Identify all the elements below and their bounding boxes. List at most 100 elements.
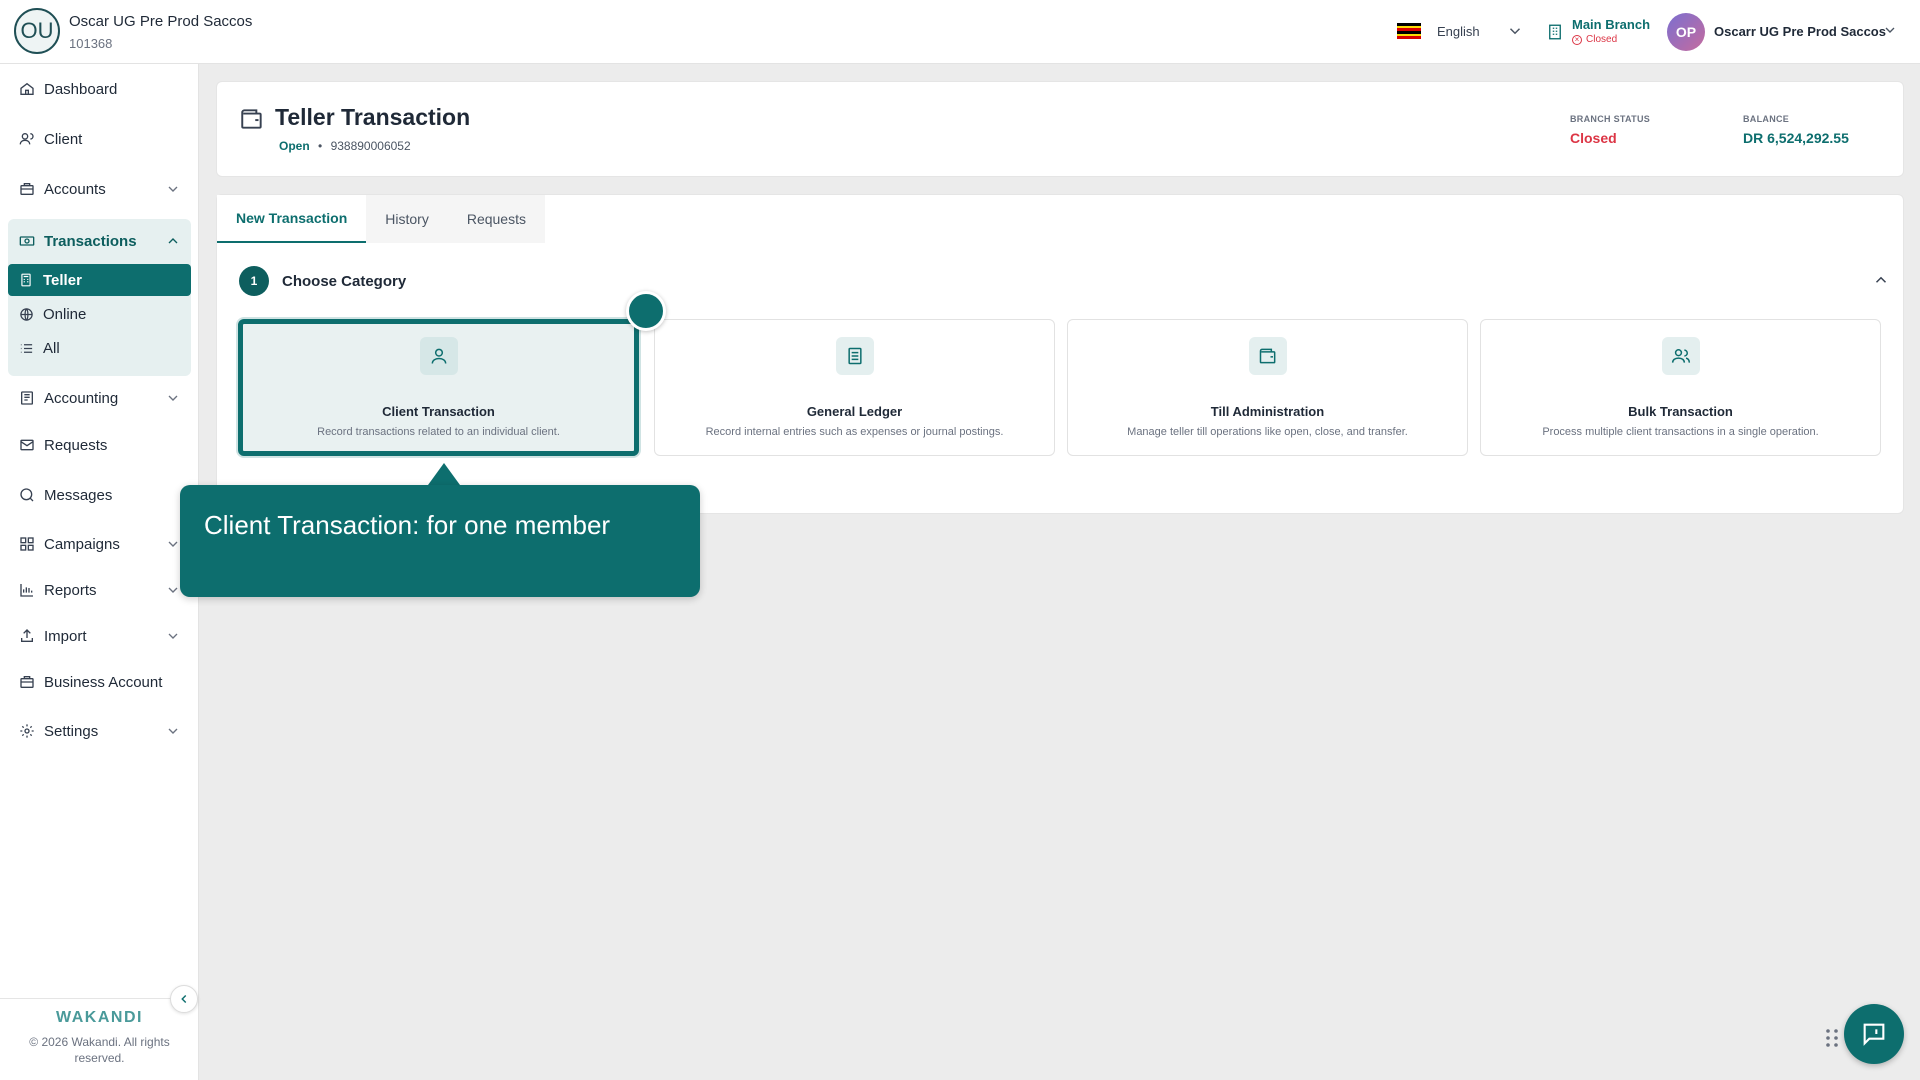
calculator-icon xyxy=(18,272,34,288)
tab-history[interactable]: History xyxy=(366,195,448,243)
category-till-administration[interactable]: Till Administration Manage teller till o… xyxy=(1067,319,1468,456)
top-bar: OU Oscar UG Pre Prod Saccos 101368 Engli… xyxy=(0,0,1920,64)
tab-requests[interactable]: Requests xyxy=(448,195,545,243)
chevron-down-icon[interactable] xyxy=(165,628,181,644)
sidebar-item-label: Requests xyxy=(44,436,108,454)
close-circle-icon: × xyxy=(1572,34,1582,45)
org-name: Oscar UG Pre Prod Saccos xyxy=(69,13,253,30)
chart-icon xyxy=(18,581,36,599)
sidebar-item-label: Reports xyxy=(44,581,97,599)
accounting-icon xyxy=(18,389,36,407)
chevron-down-icon[interactable] xyxy=(165,390,181,406)
tour-tooltip: Client Transaction: for one member xyxy=(180,485,700,597)
sidebar-item-label: Transactions xyxy=(44,232,137,250)
tooltip-arrow xyxy=(428,463,460,485)
till-subline: Open • 938890006052 xyxy=(279,139,411,153)
sidebar-item-client[interactable]: Client xyxy=(8,121,191,157)
sidebar-item-reports[interactable]: Reports xyxy=(8,572,191,608)
sidebar-item-requests[interactable]: Requests xyxy=(8,427,191,463)
sidebar-item-label: Settings xyxy=(44,722,99,740)
brand-logo: WAKANDI xyxy=(56,1009,143,1026)
chat-button[interactable] xyxy=(1844,1004,1904,1064)
branch-status-label: BRANCH STATUS xyxy=(1570,114,1651,124)
category-description: Record transactions related to an indivi… xyxy=(317,426,560,438)
step-number: 1 xyxy=(239,266,269,296)
category-title: Till Administration xyxy=(1210,404,1325,419)
tab-bar: New Transaction History Requests xyxy=(217,195,545,243)
category-general-ledger[interactable]: General Ledger Record internal entries s… xyxy=(654,319,1055,456)
chevron-down-icon[interactable] xyxy=(165,181,181,197)
sidebar-item-import[interactable]: Import xyxy=(8,618,191,654)
till-number: 938890006052 xyxy=(330,139,411,153)
sidebar-subitem-label: Online xyxy=(43,305,87,323)
step-title: Choose Category xyxy=(282,273,407,290)
sidebar-item-accounting[interactable]: Accounting xyxy=(8,380,191,416)
language-selector[interactable]: English xyxy=(1437,24,1480,39)
tab-new-transaction[interactable]: New Transaction xyxy=(217,195,367,243)
sidebar: Dashboard Client Accounts Transactions T… xyxy=(0,64,199,1080)
home-icon xyxy=(18,80,36,98)
grid-icon xyxy=(18,535,36,553)
sidebar-item-label: Accounting xyxy=(44,389,119,407)
sidebar-item-label: Campaigns xyxy=(44,535,120,553)
page-title: Teller Transaction xyxy=(275,104,471,130)
chat-icon xyxy=(1863,1023,1885,1046)
user-name[interactable]: Oscarr UG Pre Prod Saccos xyxy=(1714,24,1886,39)
transactions-group: Transactions Teller Online All xyxy=(8,219,191,376)
chevron-down-icon[interactable] xyxy=(165,723,181,739)
branch-status-badge: × Closed xyxy=(1572,34,1617,45)
sidebar-subitem-online[interactable]: Online xyxy=(8,298,191,330)
globe-icon xyxy=(18,306,34,322)
category-title: General Ledger xyxy=(806,404,903,419)
uganda-flag-icon[interactable] xyxy=(1397,23,1421,40)
sidebar-item-transactions[interactable]: Transactions xyxy=(8,219,191,263)
chevron-down-icon[interactable] xyxy=(1882,22,1898,38)
wallet-icon xyxy=(1248,337,1287,375)
category-description: Manage teller till operations like open,… xyxy=(1127,426,1408,438)
sidebar-item-business-account[interactable]: Business Account xyxy=(8,664,191,700)
tour-hotspot[interactable] xyxy=(626,291,666,331)
teller-header-card: Teller Transaction Open • 938890006052 B… xyxy=(216,81,1904,177)
chevron-down-icon[interactable] xyxy=(165,536,181,552)
wallet-icon xyxy=(241,109,262,129)
upload-icon xyxy=(18,627,36,645)
sidebar-subitem-teller[interactable]: Teller xyxy=(8,264,191,296)
person-icon xyxy=(419,337,458,375)
sidebar-item-messages[interactable]: Messages xyxy=(8,477,191,513)
sidebar-item-dashboard[interactable]: Dashboard xyxy=(8,71,191,107)
users-icon xyxy=(18,130,36,148)
sidebar-item-campaigns[interactable]: Campaigns xyxy=(8,526,191,562)
org-avatar[interactable]: OU xyxy=(14,8,60,54)
sidebar-item-label: Import xyxy=(44,627,87,645)
category-bulk-transaction[interactable]: Bulk Transaction Process multiple client… xyxy=(1480,319,1881,456)
list-icon xyxy=(18,340,34,356)
chevron-down-icon[interactable] xyxy=(165,582,181,598)
drag-handle-icon[interactable] xyxy=(1825,1028,1839,1048)
sidebar-subitem-all[interactable]: All xyxy=(8,332,191,364)
branch-status-text: Closed xyxy=(1586,34,1618,45)
separator-dot: • xyxy=(318,139,323,153)
category-description: Record internal entries such as expenses… xyxy=(705,426,1004,438)
sidebar-item-accounts[interactable]: Accounts xyxy=(8,171,191,207)
balance-value: DR 6,524,292.55 xyxy=(1743,130,1849,146)
sidebar-subitem-label: Teller xyxy=(43,271,82,289)
transactions-icon xyxy=(18,232,36,250)
category-description: Process multiple client transactions in … xyxy=(1542,426,1819,438)
chevron-left-icon xyxy=(181,994,187,1004)
transaction-panel: New Transaction History Requests 1 Choos… xyxy=(216,194,1904,514)
sidebar-item-settings[interactable]: Settings xyxy=(8,713,191,749)
message-icon xyxy=(18,486,36,504)
accounts-icon xyxy=(18,180,36,198)
copyright-text: © 2026 Wakandi. All rights reserved. xyxy=(29,1035,170,1065)
mail-icon xyxy=(18,436,36,454)
branch-name[interactable]: Main Branch xyxy=(1572,17,1650,32)
org-id: 101368 xyxy=(69,36,113,51)
chevron-up-icon[interactable] xyxy=(1872,271,1890,289)
group-icon xyxy=(1661,337,1700,375)
chevron-down-icon[interactable] xyxy=(1506,22,1524,40)
sidebar-item-label: Business Account xyxy=(44,673,163,691)
chevron-up-icon[interactable] xyxy=(165,233,181,249)
user-avatar[interactable]: OP xyxy=(1667,13,1705,51)
building-icon xyxy=(1549,24,1561,40)
category-client-transaction[interactable]: Client Transaction Record transactions r… xyxy=(238,319,639,456)
